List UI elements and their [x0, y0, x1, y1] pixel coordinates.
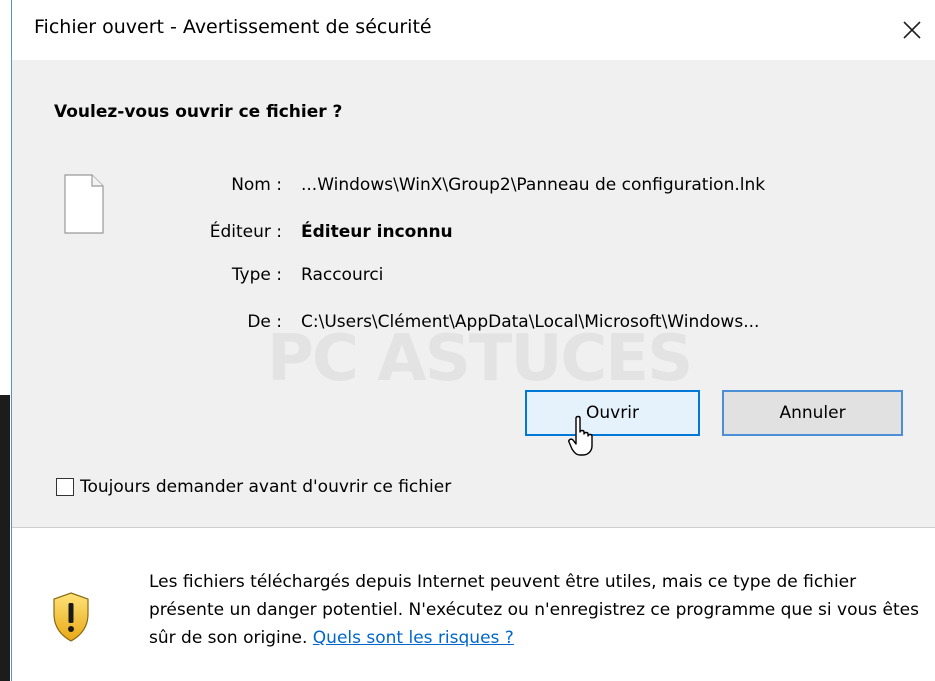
warning-text: Les fichiers téléchargés depuis Internet… — [149, 572, 919, 648]
close-button[interactable] — [889, 0, 935, 60]
warning-message: Les fichiers téléchargés depuis Internet… — [149, 568, 924, 652]
mouse-cursor-icon — [568, 415, 593, 456]
info-label-from: De : — [247, 312, 282, 332]
title-bar: Fichier ouvert - Avertissement de sécuri… — [12, 0, 935, 60]
always-ask-checkbox[interactable] — [56, 478, 74, 496]
info-value-type: Raccourci — [301, 265, 384, 285]
screen: Fichier ouvert - Avertissement de sécuri… — [0, 0, 935, 681]
security-warning-dialog: Fichier ouvert - Avertissement de sécuri… — [11, 0, 935, 681]
dialog-heading: Voulez-vous ouvrir ce fichier ? — [54, 102, 343, 122]
info-value-from: C:\Users\Clément\AppData\Local\Microsoft… — [301, 312, 760, 332]
info-label-publisher: Éditeur : — [209, 222, 282, 242]
warning-footer: Les fichiers téléchargés depuis Internet… — [12, 528, 935, 681]
open-button[interactable]: Ouvrir — [525, 390, 700, 436]
risks-link[interactable]: Quels sont les risques ? — [313, 628, 514, 648]
cancel-button[interactable]: Annuler — [722, 390, 903, 436]
info-label-name: Nom : — [231, 175, 282, 195]
window-title: Fichier ouvert - Avertissement de sécuri… — [34, 16, 432, 38]
info-label-type: Type : — [231, 265, 282, 285]
info-value-name: ...Windows\WinX\Group2\Panneau de config… — [301, 175, 766, 195]
info-value-publisher: Éditeur inconnu — [301, 222, 453, 242]
watermark: PC ASTUCES — [267, 322, 693, 396]
close-icon — [903, 21, 921, 39]
background-window-edge — [0, 0, 10, 681]
background-window-dark-area — [0, 395, 10, 681]
always-ask-option[interactable]: Toujours demander avant d'ouvrir ce fich… — [56, 474, 451, 500]
shield-warning-icon — [53, 592, 89, 642]
always-ask-label: Toujours demander avant d'ouvrir ce fich… — [80, 477, 452, 497]
